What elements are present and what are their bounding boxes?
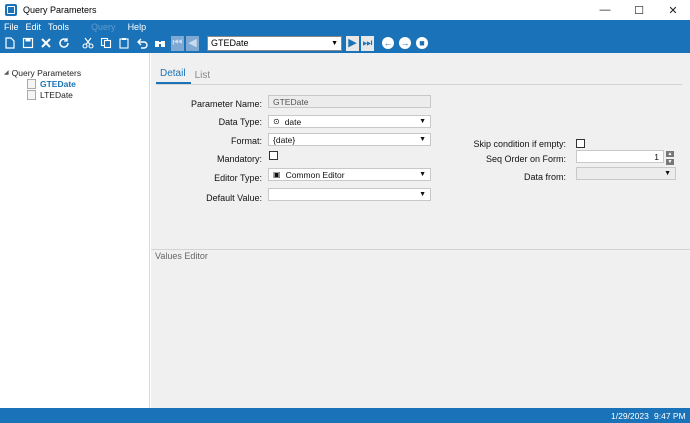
tree-root[interactable]: ◢ Query Parameters — [0, 67, 149, 78]
maximize-button[interactable]: ☐ — [622, 0, 656, 20]
menu-file[interactable]: File — [1, 22, 22, 32]
chevron-down-icon: ▼ — [664, 170, 671, 177]
default-value-select[interactable]: ▼ — [268, 188, 431, 201]
values-editor-label: Values Editor — [155, 251, 208, 261]
mandatory-label: Mandatory: — [216, 154, 262, 164]
chevron-down-icon: ▼ — [331, 39, 338, 47]
home-icon[interactable]: ■ — [416, 37, 428, 49]
format-label: Format: — [230, 136, 262, 146]
mandatory-checkbox[interactable] — [269, 151, 278, 160]
tree-item-gtedate[interactable]: GTEDate — [0, 78, 149, 89]
chevron-down-icon: ▼ — [419, 136, 426, 143]
values-editor-header: Values Editor — [151, 249, 690, 261]
undo-icon[interactable] — [135, 36, 149, 50]
app-icon — [5, 4, 17, 16]
last-icon[interactable]: ⏭ — [361, 35, 374, 51]
clock-icon: ⊙ — [273, 117, 280, 126]
parameter-name-field[interactable]: GTEDate — [268, 95, 431, 108]
chevron-down-icon: ▼ — [419, 171, 426, 178]
seq-order-input[interactable]: 1 — [576, 150, 664, 163]
record-selector-value: GTEDate — [211, 38, 249, 48]
menu-tools[interactable]: Tools — [45, 22, 72, 32]
tab-detail[interactable]: Detail — [156, 68, 191, 84]
seq-order-value: 1 — [654, 151, 659, 162]
paste-icon[interactable] — [117, 36, 131, 50]
editor-type-select[interactable]: ▣ Common Editor ▼ — [268, 168, 431, 181]
tree-item-label: LTEDate — [40, 89, 73, 100]
tree-item-label: GTEDate — [40, 78, 76, 89]
editor-icon: ▣ — [273, 170, 281, 179]
parameter-name-label: Parameter Name: — [190, 99, 262, 109]
seq-order-stepper[interactable]: ▲ ▼ — [665, 150, 675, 166]
window-title: Query Parameters — [23, 5, 97, 15]
tab-strip: Detail List — [156, 67, 682, 85]
editor-type-value: Common Editor — [285, 169, 345, 180]
status-date: 1/29/2023 — [611, 411, 649, 421]
parameter-tree: ◢ Query Parameters GTEDate LTEDate — [0, 53, 150, 408]
copy-icon[interactable] — [99, 36, 113, 50]
data-type-select[interactable]: ⊙ date ▼ — [268, 115, 431, 128]
data-from-label: Data from: — [523, 172, 566, 182]
menu-bar: File Edit Tools Query Help — [0, 20, 690, 33]
default-value-label: Default Value: — [206, 193, 262, 203]
data-from-select[interactable]: ▼ — [576, 167, 676, 180]
new-icon[interactable] — [3, 36, 17, 50]
close-button[interactable]: ✕ — [656, 0, 690, 20]
status-time: 9:47 PM — [654, 411, 686, 421]
refresh-icon[interactable] — [57, 36, 71, 50]
document-icon — [27, 78, 36, 89]
status-bar: 1/29/2023 9:47 PM — [0, 408, 690, 423]
tab-list[interactable]: List — [191, 70, 216, 84]
next-icon[interactable]: ▶ — [346, 35, 359, 51]
editor-type-label: Editor Type: — [214, 173, 262, 183]
forward-icon[interactable]: → — [399, 37, 411, 49]
title-bar: Query Parameters — ☐ ✕ — [0, 0, 690, 20]
window-controls: — ☐ ✕ — [588, 0, 690, 20]
save-icon[interactable] — [21, 36, 35, 50]
seq-order-label: Seq Order on Form: — [485, 154, 566, 164]
tree-root-label: Query Parameters — [11, 67, 82, 78]
format-value: {date} — [273, 134, 296, 145]
stepper-up-icon[interactable]: ▲ — [665, 150, 675, 158]
back-icon[interactable]: ← — [382, 37, 394, 49]
cut-icon[interactable] — [81, 36, 95, 50]
menu-query: Query — [91, 21, 116, 32]
chevron-down-icon: ▼ — [419, 191, 426, 198]
menu-edit[interactable]: Edit — [23, 22, 45, 32]
format-select[interactable]: {date} ▼ — [268, 133, 431, 146]
tree-item-ltedate[interactable]: LTEDate — [0, 89, 149, 100]
skip-condition-label: Skip condition if empty: — [473, 139, 566, 149]
toolbar: ⏮ ◀ GTEDate ▼ ▶ ⏭ ← → ■ — [0, 33, 690, 53]
prev-icon[interactable]: ◀ — [186, 35, 199, 51]
minimize-button[interactable]: — — [588, 0, 622, 20]
chevron-down-icon: ▼ — [419, 118, 426, 125]
delete-icon[interactable] — [39, 36, 53, 50]
stepper-down-icon[interactable]: ▼ — [665, 158, 675, 166]
data-type-label: Data Type: — [218, 117, 262, 127]
find-icon[interactable] — [153, 36, 167, 50]
document-icon — [27, 89, 36, 100]
menu-help[interactable]: Help — [125, 22, 150, 32]
first-icon[interactable]: ⏮ — [171, 35, 184, 51]
skip-condition-checkbox[interactable] — [576, 139, 585, 148]
data-type-value: date — [284, 116, 302, 127]
record-selector[interactable]: GTEDate ▼ — [207, 35, 342, 51]
collapse-icon[interactable]: ◢ — [4, 69, 9, 76]
detail-panel: Detail List Parameter Name: GTEDate Data… — [151, 53, 690, 408]
parameter-name-value: GTEDate — [273, 96, 309, 107]
